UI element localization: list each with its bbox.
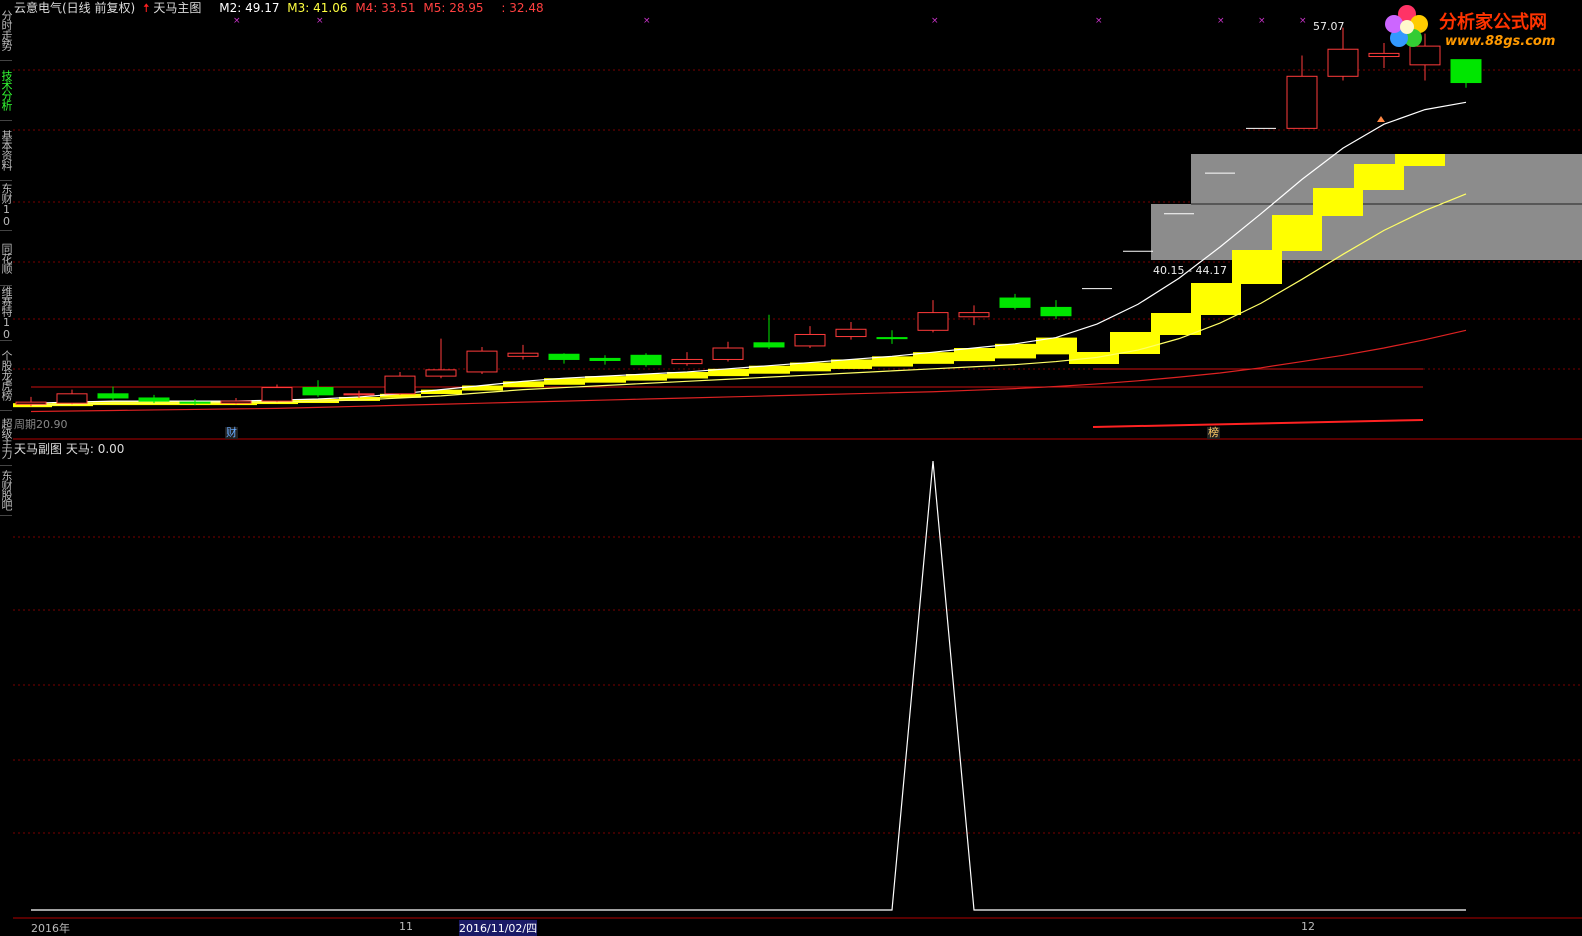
trend-band-step [1395, 154, 1445, 166]
logo-name: 分析家公式网 [1439, 12, 1547, 33]
candle-body [999, 297, 1031, 308]
signal-marker: × [1258, 16, 1266, 26]
side-tab-7[interactable]: 超级主力 [0, 410, 13, 466]
m4-value: M4: 33.51 [355, 1, 416, 15]
sub-chart-value: 天马: 0.00 [65, 442, 125, 456]
side-tab-bar: 分时走势 技术分析 基本资料 东财10 同花顺 维赛特10 个股龙虎榜 超级主力 东财股吧 [0, 0, 13, 934]
m2-value: M2: 49.17 [219, 1, 280, 15]
site-logo: 分析家公式网 www.88gs.com [1383, 2, 1582, 52]
candle-body [220, 400, 252, 404]
candle-body [179, 401, 211, 404]
side-tab-4[interactable]: 同花顺 [0, 230, 13, 286]
trend-band-step [995, 343, 1036, 359]
candle-body [466, 350, 498, 373]
candle-body [425, 369, 457, 377]
trend-band-step [1272, 215, 1322, 251]
signal-marker: × [931, 16, 939, 26]
signal-marker: × [1299, 16, 1307, 26]
indicator-name[interactable]: 天马主图 [153, 1, 201, 15]
candle-body [1040, 306, 1072, 317]
finance-tag[interactable]: 财 [225, 427, 238, 439]
m5-value: M5: 28.95 [423, 1, 484, 15]
up-arrow-icon: 🠅 [143, 1, 150, 15]
dragon-tiger-tag[interactable]: 榜 [1207, 427, 1220, 439]
candle-body [589, 357, 621, 361]
candle-body [97, 393, 129, 399]
candle-body [794, 333, 826, 347]
side-tab-8[interactable]: 东财股吧 [0, 465, 13, 516]
logo-url: www.88gs.com [1445, 34, 1556, 49]
signal-marker: × [1217, 16, 1225, 26]
candle-body [1327, 48, 1359, 77]
candle-body [876, 337, 908, 340]
signal-marker: × [316, 16, 324, 26]
main-chart-header: 云意电气(日线 前复权) 🠅 天马主图 M2: 49.17 M3: 41.06 … [14, 0, 548, 16]
chart-area[interactable]: × × × × × × × × 云意电气(日线 前复权) 🠅 天马主图 M2: 49.17 M… [13, 0, 1582, 936]
m6-value: : 32.48 [501, 1, 544, 15]
trend-band-step [1313, 188, 1363, 216]
bottom-red-line [1092, 419, 1424, 428]
high-price-label: 57.07 [1313, 20, 1345, 33]
candle-body [1286, 75, 1318, 129]
signal-marker: × [233, 16, 241, 26]
side-tab-2[interactable]: 基本资料 [0, 120, 13, 181]
candle-body [507, 352, 539, 357]
trend-band-step [1232, 250, 1282, 284]
trend-band-step [421, 389, 462, 395]
side-tab-0[interactable]: 分时走势 [0, 0, 13, 61]
stock-name[interactable]: 云意电气(日线 前复权) [14, 1, 135, 15]
xaxis-label-nov: 11 [399, 920, 413, 933]
signal-marker: × [643, 16, 651, 26]
candle-body [958, 312, 990, 318]
candle-body [548, 353, 580, 360]
candle-body [384, 375, 416, 395]
candle-body [261, 387, 293, 402]
kline-canvas[interactable]: × × × × × × × × [13, 0, 1582, 934]
xaxis-label-dec: 12 [1301, 920, 1315, 933]
candle-body [343, 393, 375, 396]
trend-band-step [1354, 164, 1404, 190]
signal-marker: × [1095, 16, 1103, 26]
candle-body [15, 401, 47, 405]
trend-band-step [1191, 283, 1241, 315]
candle-body [1368, 52, 1400, 58]
side-tab-3[interactable]: 东财10 [0, 180, 13, 231]
side-tab-1[interactable]: 技术分析 [0, 60, 13, 121]
candle-body [712, 347, 744, 360]
candle-body [630, 354, 662, 366]
candle-body [917, 312, 949, 331]
candle-body [302, 387, 334, 396]
sub-chart-title[interactable]: 天马副图 [14, 442, 62, 456]
candle-body [1450, 59, 1482, 84]
candle-body [138, 397, 170, 402]
period-label: 周期20.90 [14, 418, 68, 431]
candle-body [753, 342, 785, 348]
trend-band-step [462, 385, 503, 391]
m3-value: M3: 41.06 [287, 1, 348, 15]
range-label: 40.15 - 44.17 [1153, 264, 1227, 277]
side-tab-5[interactable]: 维赛特10 [0, 285, 13, 341]
resistance-zone [1151, 204, 1582, 260]
candle-body [671, 358, 703, 365]
candle-body [56, 393, 88, 404]
candle-body [835, 328, 867, 338]
signal-triangle [1377, 116, 1385, 122]
trend-band-step [1151, 313, 1201, 335]
sub-chart-header: 天马副图 天马: 0.00 [14, 441, 124, 457]
side-tab-6[interactable]: 个股龙虎榜 [0, 340, 13, 411]
